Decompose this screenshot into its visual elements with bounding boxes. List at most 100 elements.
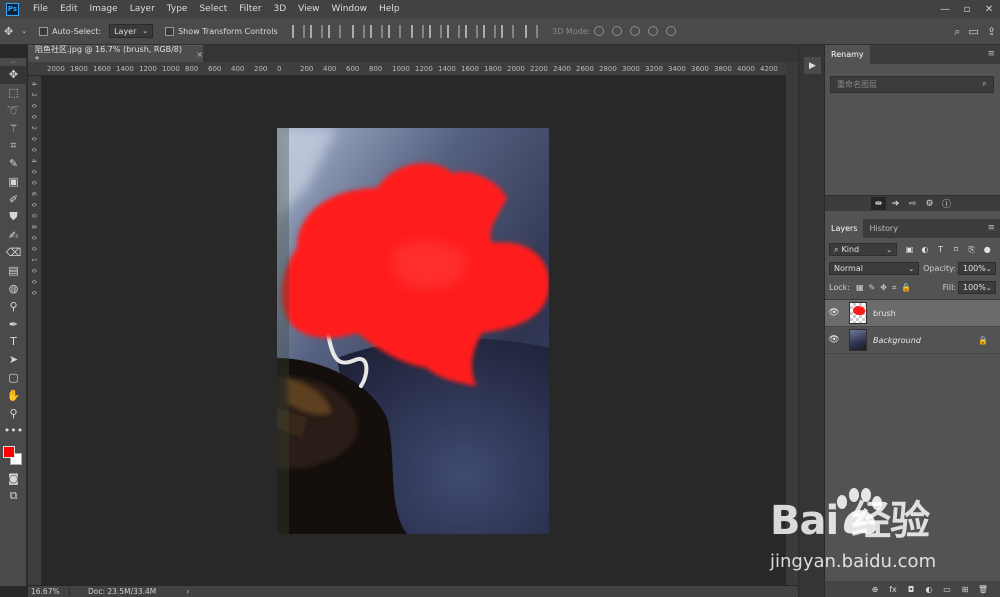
align-vcenter-icon[interactable] [310,24,324,38]
new-layer-icon[interactable]: ⊞ [956,585,974,594]
chevron-down-icon[interactable]: ⌄ [17,27,31,35]
panel-grip[interactable]: ›› [0,58,26,66]
menu-layer[interactable]: Layer [124,4,161,14]
tab-renamy[interactable]: Renamy [825,45,870,64]
align-left-icon[interactable] [351,24,365,38]
workspace-icon[interactable]: ▭ [964,25,982,38]
color-swatches[interactable] [0,440,27,470]
healing-brush-icon[interactable]: ▣ [0,173,27,191]
show-transform-checkbox[interactable] [165,26,175,36]
opacity-field[interactable]: 100% ⌄ [958,262,996,275]
3d-roll-icon[interactable] [612,26,623,36]
magic-wand-icon[interactable]: ⚚ [0,119,27,137]
layer-row-background[interactable]: 👁 Background 🔒 [825,327,1000,354]
distribute-hcenter-icon[interactable] [483,24,497,38]
panel-menu-icon[interactable]: ≡ [987,223,995,233]
zoom-level[interactable]: 16.67% [28,587,70,596]
brush-tool-icon[interactable]: ✐ [0,191,27,209]
minimize-button[interactable]: — [934,0,956,18]
auto-select-checkbox[interactable] [39,26,49,36]
menu-select[interactable]: Select [193,4,233,14]
3d-pan-icon[interactable] [630,26,641,36]
foreground-color-swatch[interactable] [3,445,15,458]
close-icon[interactable]: × [196,50,203,59]
lock-artboard-icon[interactable]: ⌗ [892,283,897,293]
menu-help[interactable]: Help [373,4,406,14]
eraser-icon[interactable]: ⌫ [0,244,27,262]
blur-tool-icon[interactable]: ◍ [0,280,27,298]
layer-row-brush[interactable]: 👁 brush [825,300,1000,327]
filter-kind-dropdown[interactable]: ⌕ Kind ⌄ [829,243,897,256]
lock-all-icon[interactable]: 🔒 [901,283,911,292]
align-hcenter-icon[interactable] [369,24,383,38]
arrow-right-icon[interactable]: ➔ [888,197,903,210]
path-selection-icon[interactable]: ➤ [0,351,27,369]
expand-icon[interactable]: ⇼ [871,197,886,210]
zoom-tool-icon[interactable]: ⚲ [0,404,27,422]
distribute-bottom-icon[interactable] [447,24,461,38]
distribute-left-icon[interactable] [465,24,479,38]
status-menu-arrow[interactable]: › [186,587,189,596]
distribute-top-icon[interactable] [411,24,425,38]
info-icon[interactable]: ⓘ [939,197,954,210]
align-bottom-icon[interactable] [328,24,342,38]
play-icon[interactable]: ▶ [804,57,821,74]
blend-mode-dropdown[interactable]: Normal ⌄ [829,262,920,275]
search-icon[interactable]: ⌕ [982,79,987,89]
menu-window[interactable]: Window [326,4,374,14]
3d-orbit-icon[interactable] [594,26,605,36]
document-tab[interactable]: 陷鱼社区.jpg @ 16.7% (brush, RGB/8) * × [28,45,203,64]
link-icon[interactable]: ⊕ [866,585,884,594]
gradient-icon[interactable]: ▤ [0,262,27,280]
restore-button[interactable]: ▫ [956,0,978,18]
auto-align-icon[interactable] [524,24,538,38]
pixel-filter-icon[interactable]: ▣ [903,245,916,254]
vertical-scrollbar[interactable] [786,62,798,585]
visibility-eye-icon[interactable]: 👁 [825,335,843,345]
more-tools-icon[interactable]: ••• [0,422,27,440]
3d-slide-icon[interactable] [648,26,659,36]
clone-stamp-icon[interactable]: ⛊ [0,208,27,226]
export-icon[interactable]: ⇨ [905,197,920,210]
menu-view[interactable]: View [292,4,325,14]
panel-menu-icon[interactable]: ≡ [987,49,995,59]
align-right-icon[interactable] [387,24,401,38]
menu-edit[interactable]: Edit [54,4,83,14]
screen-mode-icon[interactable]: ⧉ [0,488,27,506]
quick-mask-icon[interactable]: ◙ [0,470,27,488]
menu-file[interactable]: File [27,4,54,14]
marquee-tool-icon[interactable]: ⬚ [0,84,27,102]
tab-history[interactable]: History [863,219,903,238]
eyedropper-icon[interactable]: ✎ [0,155,27,173]
share-icon[interactable]: ⇪ [983,25,1000,38]
tab-layers[interactable]: Layers [825,219,864,238]
lasso-tool-icon[interactable]: ➰ [0,102,27,120]
distribute-right-icon[interactable] [501,24,515,38]
lock-image-icon[interactable]: ✎ [869,283,876,292]
lock-position-icon[interactable]: ✥ [880,283,887,292]
mask-icon[interactable]: ◘ [902,585,920,594]
shape-filter-icon[interactable]: ⌑ [950,245,963,254]
adjustment-icon[interactable]: ◐ [920,585,938,594]
layer-name[interactable]: Background [873,336,921,345]
hand-tool-icon[interactable]: ✋ [0,386,27,404]
visibility-eye-icon[interactable]: 👁 [825,308,843,318]
lock-transparent-icon[interactable]: ▦ [856,283,864,292]
gear-icon[interactable]: ⚙ [922,197,937,210]
rectangle-tool-icon[interactable]: ▢ [0,369,27,387]
history-brush-icon[interactable]: ✍ [0,226,27,244]
crop-tool-icon[interactable]: ⌗ [0,137,27,155]
menu-3d[interactable]: 3D [268,4,293,14]
filter-toggle-icon[interactable]: ● [981,245,994,254]
3d-scale-icon[interactable] [666,26,677,36]
dodge-tool-icon[interactable]: ⚲ [0,297,27,315]
search-icon[interactable]: ⌕ [950,25,964,39]
type-filter-icon[interactable]: T [934,245,947,254]
rename-layer-input[interactable]: 重命名图层 ⌕ [830,76,994,93]
distribute-vcenter-icon[interactable] [429,24,443,38]
smart-object-filter-icon[interactable]: ⎘ [965,245,978,255]
close-button[interactable]: ✕ [978,0,1000,18]
auto-select-dropdown[interactable]: Layer ⌄ [109,24,154,38]
menu-type[interactable]: Type [161,4,194,14]
group-icon[interactable]: ▭ [938,585,956,594]
